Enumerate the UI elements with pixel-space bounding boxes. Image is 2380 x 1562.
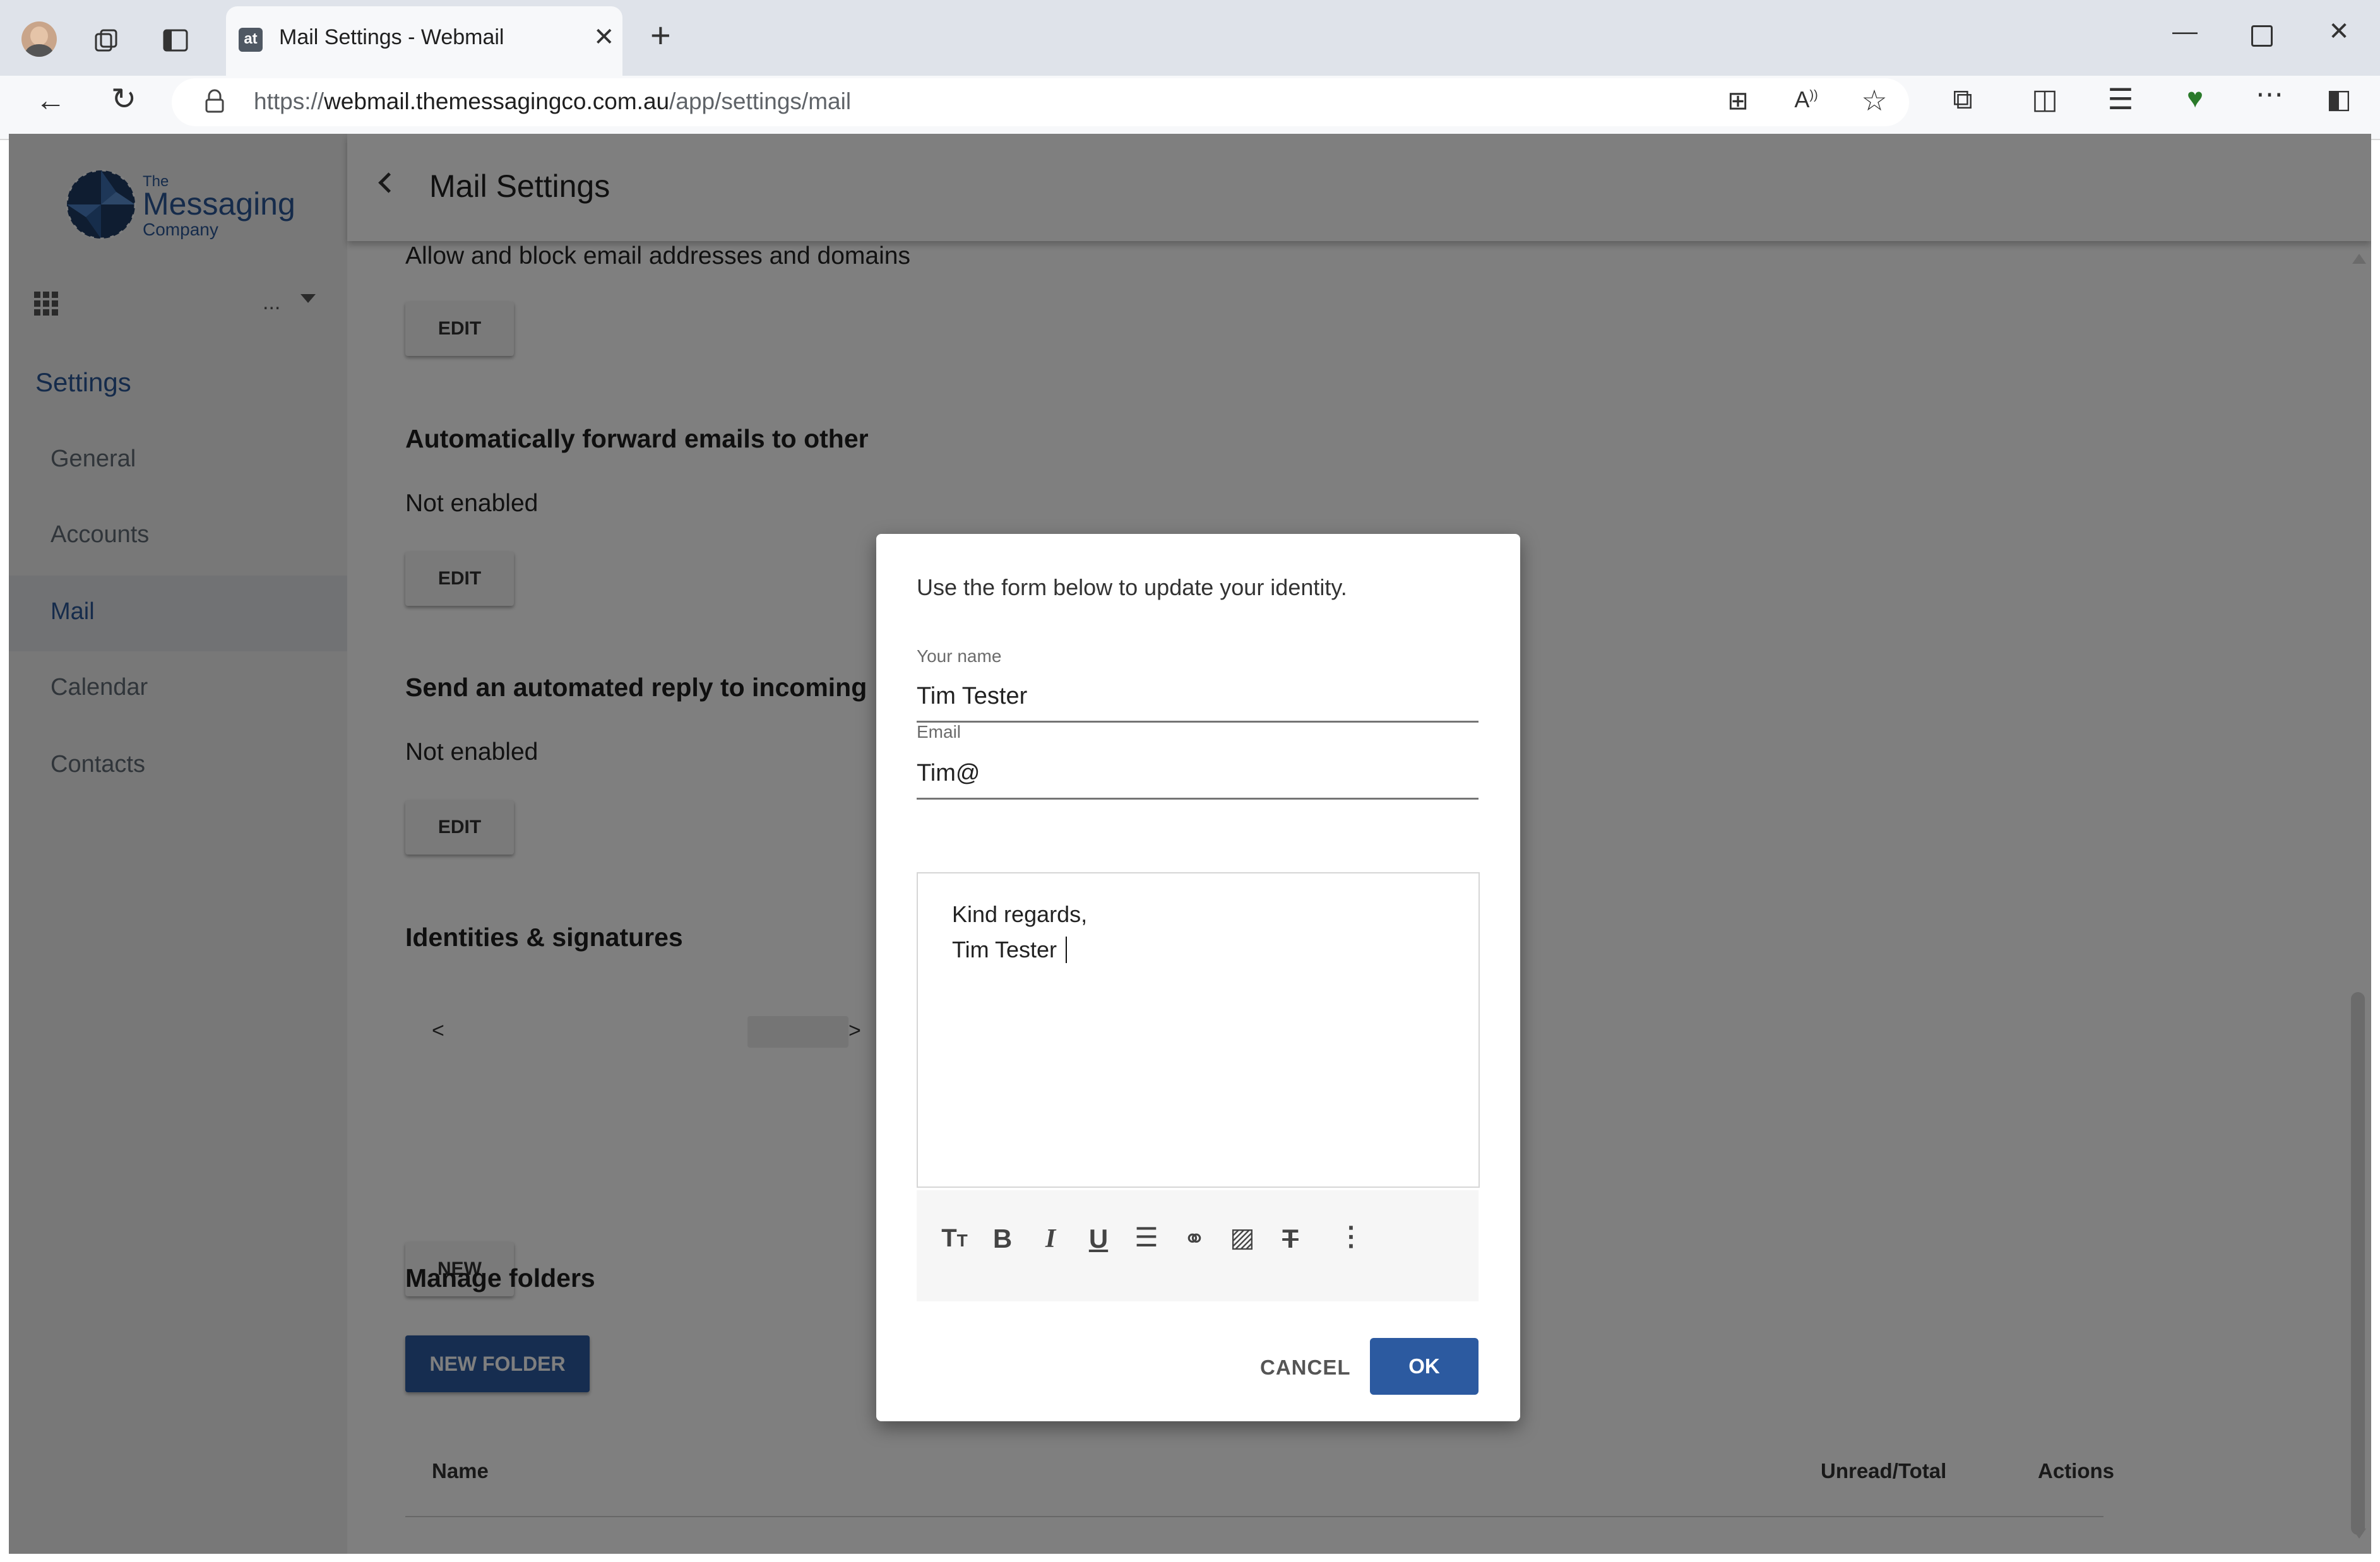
extensions-icon[interactable]: ⧉ [1947, 86, 1978, 114]
email-field-label: Email [917, 722, 961, 742]
scroll-down-arrow-icon[interactable] [2352, 1529, 2366, 1539]
favorites-icon[interactable]: ☰ [2105, 85, 2136, 114]
italic-icon[interactable]: I [1032, 1226, 1069, 1252]
image-icon[interactable]: ▨ [1223, 1224, 1261, 1251]
page-scrollbar-thumb[interactable] [2351, 992, 2365, 1535]
font-size-icon[interactable]: TT [936, 1226, 973, 1251]
name-field[interactable]: Tim Tester [917, 683, 1027, 710]
profile-avatar-icon[interactable] [21, 21, 57, 57]
minimize-icon[interactable]: — [2169, 19, 2201, 44]
maximize-icon[interactable] [2251, 25, 2273, 47]
scroll-up-arrow-icon[interactable] [2352, 254, 2366, 264]
signature-editor[interactable]: Kind regards, Tim Tester [917, 872, 1480, 1188]
name-field-label: Your name [917, 646, 1002, 666]
read-aloud-icon[interactable]: A)) [1790, 88, 1822, 111]
email-field[interactable]: Tim@ [917, 760, 980, 787]
dialog-intro-text: Use the form below to update your identi… [917, 574, 1347, 600]
close-window-icon[interactable]: ✕ [2323, 19, 2355, 44]
signature-line-2: Tim Tester [952, 937, 1057, 962]
browser-essentials-icon[interactable]: ♥ [2179, 85, 2211, 112]
ok-button[interactable]: OK [1370, 1338, 1479, 1395]
underline-icon[interactable]: U [1080, 1226, 1117, 1252]
bold-icon[interactable]: B [984, 1226, 1021, 1252]
email-field-underline [917, 798, 1479, 800]
split-screen-icon[interactable]: ◫ [2029, 86, 2061, 114]
cancel-button[interactable]: CANCEL [1260, 1356, 1351, 1380]
webmail-favicon-icon: at [239, 28, 263, 52]
signature-line-1: Kind regards, [952, 901, 1088, 927]
more-options-icon[interactable]: ⋮ [1332, 1223, 1370, 1250]
clear-formatting-icon[interactable]: T [1271, 1226, 1309, 1252]
url-text[interactable]: https://webmail.themessagingco.com.au/ap… [254, 88, 851, 115]
more-icon[interactable]: ⋯ [2254, 81, 2285, 109]
text-cursor [1066, 937, 1067, 963]
tab-actions-icon[interactable] [162, 27, 189, 54]
signature-editor-toolbar: TT B I U ☰ ⚭ ▨ T ⋮ [917, 1190, 1479, 1301]
app-available-icon[interactable]: ⊞ [1722, 88, 1754, 114]
name-field-underline [917, 721, 1479, 723]
bullet-list-icon[interactable]: ☰ [1128, 1224, 1165, 1251]
identity-dialog: Use the form below to update your identi… [876, 534, 1520, 1421]
link-icon[interactable]: ⚭ [1175, 1226, 1213, 1252]
refresh-icon[interactable]: ↻ [106, 85, 141, 115]
back-icon[interactable]: ← [33, 86, 68, 116]
tab-title: Mail Settings - Webmail [279, 25, 504, 49]
close-tab-icon[interactable]: ✕ [593, 23, 615, 52]
favorite-star-icon[interactable]: ☆ [1859, 86, 1890, 115]
lock-icon[interactable] [203, 88, 226, 114]
sidebar-toggle-icon[interactable]: ◧ [2323, 86, 2355, 112]
new-tab-icon[interactable]: + [650, 18, 671, 53]
webmail-page: The Messaging Company ... Settings Gener… [9, 134, 2371, 1554]
workspaces-icon[interactable] [91, 25, 121, 56]
